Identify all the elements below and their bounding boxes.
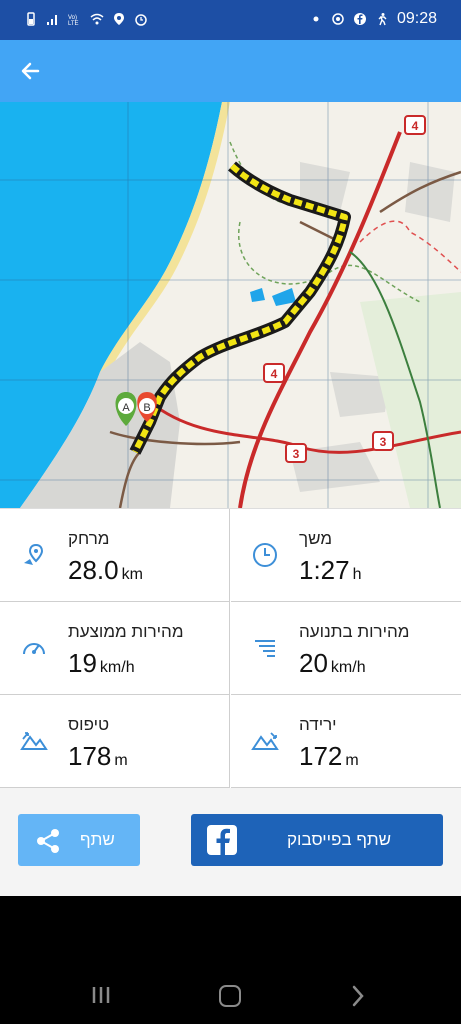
road-shield-3b: 3 bbox=[372, 431, 394, 451]
route-map[interactable]: 4 4 3 3 B A bbox=[0, 102, 461, 508]
stats-panel: מרחק 28.0 km משך 1:27 h מהירות ממוצעת 19 km… bbox=[0, 508, 461, 788]
volte-icon: Vo)LTE bbox=[68, 15, 79, 26]
svg-text:A: A bbox=[122, 402, 130, 414]
stat-descent: ירידה 172 m bbox=[231, 695, 461, 788]
share-button[interactable]: שתף bbox=[18, 814, 140, 866]
notification-dot-icon bbox=[313, 16, 319, 22]
wifi-icon bbox=[90, 13, 104, 25]
stat-label: ירידה bbox=[299, 715, 337, 734]
app-bar bbox=[0, 40, 461, 102]
facebook-logo-icon bbox=[207, 825, 237, 855]
stat-label: טיפוס bbox=[68, 715, 110, 734]
stat-value: 1:27 h bbox=[299, 555, 362, 585]
running-icon bbox=[378, 13, 387, 26]
stat-distance: מרחק 28.0 km bbox=[0, 509, 230, 602]
speed-lines-icon bbox=[255, 640, 275, 657]
svg-text:LTE: LTE bbox=[68, 21, 79, 26]
svg-text:3: 3 bbox=[293, 447, 300, 461]
sync-icon bbox=[332, 13, 344, 25]
stat-value: 172 m bbox=[299, 741, 359, 771]
location-distance-icon bbox=[24, 543, 44, 565]
stat-label: משך bbox=[299, 529, 333, 548]
road-shield-4a: 4 bbox=[404, 115, 426, 135]
svg-text:3: 3 bbox=[380, 435, 387, 449]
system-nav-bar bbox=[0, 896, 461, 1024]
road-shield-4b: 4 bbox=[263, 363, 285, 383]
share-icon bbox=[37, 829, 59, 853]
actions-bar: שתף שתף בפייסבוק bbox=[0, 788, 461, 896]
share-facebook-button[interactable]: שתף בפייסבוק bbox=[191, 814, 443, 866]
stat-moving-speed: מהירות בתנועה 20 km/h bbox=[231, 602, 461, 695]
map-canvas[interactable]: 4 4 3 3 B A bbox=[0, 102, 461, 508]
back-nav-icon[interactable] bbox=[350, 985, 366, 1007]
mountain-up-icon bbox=[20, 732, 48, 750]
svg-text:B: B bbox=[143, 402, 150, 414]
svg-text:4: 4 bbox=[271, 367, 278, 381]
stat-value: 19 km/h bbox=[68, 648, 135, 678]
stat-avg-speed: מהירות ממוצעת 19 km/h bbox=[0, 602, 230, 695]
mountain-down-icon bbox=[251, 732, 279, 750]
stat-value: 20 km/h bbox=[299, 648, 366, 678]
svg-text:4: 4 bbox=[412, 119, 419, 133]
share-button-label: שתף bbox=[80, 830, 115, 849]
recent-apps-icon[interactable] bbox=[90, 986, 112, 1004]
share-facebook-label: שתף בפייסבוק bbox=[287, 830, 392, 849]
status-bar: Vo) LTE 09:28 bbox=[0, 0, 461, 40]
location-icon bbox=[114, 13, 124, 25]
clock-icon bbox=[253, 543, 277, 567]
battery-icon bbox=[27, 12, 35, 26]
status-time: 09:28 bbox=[396, 10, 437, 27]
signal-icon bbox=[47, 15, 57, 25]
stat-label: מהירות בתנועה bbox=[299, 622, 410, 641]
speedometer-icon bbox=[23, 643, 45, 655]
stat-duration: משך 1:27 h bbox=[231, 509, 461, 602]
stat-label: מרחק bbox=[68, 529, 110, 548]
facebook-icon bbox=[353, 13, 366, 25]
home-icon[interactable] bbox=[219, 985, 241, 1007]
arrow-left-icon[interactable] bbox=[16, 56, 48, 86]
alarm-icon bbox=[135, 14, 147, 26]
road-shield-3a: 3 bbox=[285, 443, 307, 463]
stat-ascent: טיפוס 178 m bbox=[0, 695, 230, 788]
stat-value: 28.0 km bbox=[68, 555, 143, 585]
stat-label: מהירות ממוצעת bbox=[68, 622, 184, 641]
stat-value: 178 m bbox=[68, 741, 128, 771]
